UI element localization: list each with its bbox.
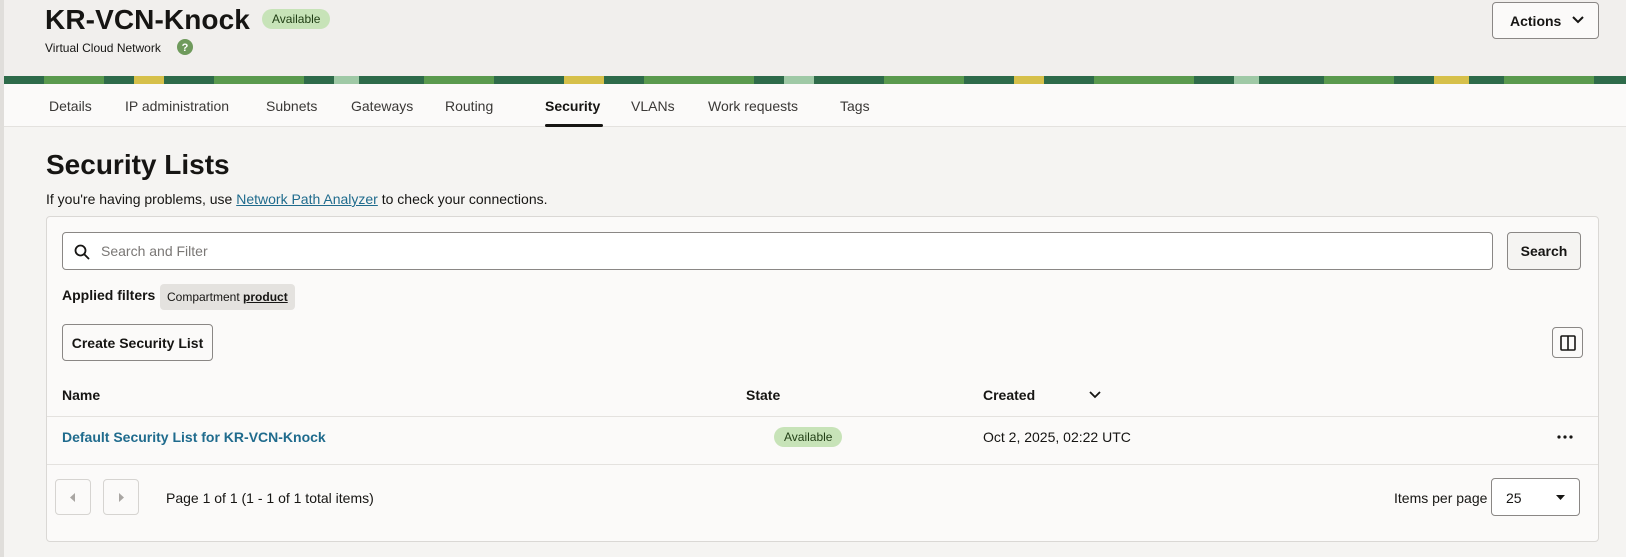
caret-right-icon <box>119 493 124 502</box>
search-box[interactable] <box>62 232 1493 270</box>
help-text-prefix: If you're having problems, use <box>46 191 237 207</box>
filter-chip-key: Compartment <box>167 290 240 304</box>
tab-details[interactable]: Details <box>49 98 92 114</box>
page-title: KR-VCN-Knock <box>45 4 250 35</box>
tab-security[interactable]: Security <box>545 98 600 114</box>
tab-work-requests[interactable]: Work requests <box>708 98 798 114</box>
items-per-page-select[interactable]: 25 <box>1491 478 1580 516</box>
more-actions-icon[interactable] <box>1557 435 1573 439</box>
security-list-name-link[interactable]: Default Security List for KR-VCN-Knock <box>62 429 326 445</box>
help-icon[interactable]: ? <box>177 39 193 55</box>
status-badge: Available <box>262 9 331 29</box>
columns-icon <box>1560 335 1576 351</box>
row-status-badge: Available <box>774 427 843 447</box>
caret-down-icon <box>1556 495 1565 500</box>
svg-text:?: ? <box>182 42 189 54</box>
pagination-info: Page 1 of 1 (1 - 1 of 1 total items) <box>166 490 374 506</box>
table-divider <box>47 416 1598 417</box>
tab-tags[interactable]: Tags <box>840 98 870 114</box>
resource-type: Virtual Cloud Network <box>45 41 161 55</box>
manage-columns-button[interactable] <box>1552 327 1583 358</box>
tab-subnets[interactable]: Subnets <box>266 98 317 114</box>
search-button[interactable]: Search <box>1507 232 1581 270</box>
next-page-button[interactable] <box>103 479 139 515</box>
caret-left-icon <box>70 493 75 502</box>
sort-descending-icon[interactable] <box>1089 391 1101 399</box>
search-icon <box>74 244 90 260</box>
column-header-state[interactable]: State <box>746 387 780 403</box>
items-per-page-value: 25 <box>1506 490 1522 506</box>
chevron-down-icon <box>1572 16 1584 24</box>
header-banner <box>4 76 1626 84</box>
table-divider <box>47 464 1598 465</box>
tab-ip-administration[interactable]: IP administration <box>125 98 229 114</box>
help-text-suffix: to check your connections. <box>377 191 548 207</box>
previous-page-button[interactable] <box>55 479 91 515</box>
help-text: If you're having problems, use Network P… <box>46 191 548 207</box>
items-per-page-label: Items per page <box>1394 490 1488 506</box>
row-created-date: Oct 2, 2025, 02:22 UTC <box>983 429 1131 445</box>
tab-routing[interactable]: Routing <box>445 98 493 114</box>
tab-gateways[interactable]: Gateways <box>351 98 413 114</box>
search-input[interactable] <box>101 233 1481 269</box>
actions-label: Actions <box>1510 12 1562 29</box>
tab-bar: Details IP administration Subnets Gatewa… <box>4 84 1626 127</box>
filter-chip-compartment[interactable]: Compartment product <box>160 284 295 310</box>
tab-vlans[interactable]: VLANs <box>631 98 675 114</box>
page-header: KR-VCN-Knock Available Virtual Cloud Net… <box>4 0 1626 76</box>
active-tab-indicator <box>545 124 603 127</box>
page: KR-VCN-Knock Available Virtual Cloud Net… <box>0 0 1626 557</box>
create-security-list-button[interactable]: Create Security List <box>62 324 213 361</box>
network-path-analyzer-link[interactable]: Network Path Analyzer <box>236 191 378 207</box>
applied-filters-label: Applied filters <box>62 287 156 303</box>
section-heading: Security Lists <box>46 149 230 180</box>
column-header-created[interactable]: Created <box>983 387 1035 403</box>
filter-chip-value[interactable]: product <box>243 290 288 304</box>
security-lists-panel: Search Applied filters Compartment produ… <box>46 216 1599 542</box>
column-header-name[interactable]: Name <box>62 387 100 403</box>
actions-button[interactable]: Actions <box>1492 2 1599 39</box>
